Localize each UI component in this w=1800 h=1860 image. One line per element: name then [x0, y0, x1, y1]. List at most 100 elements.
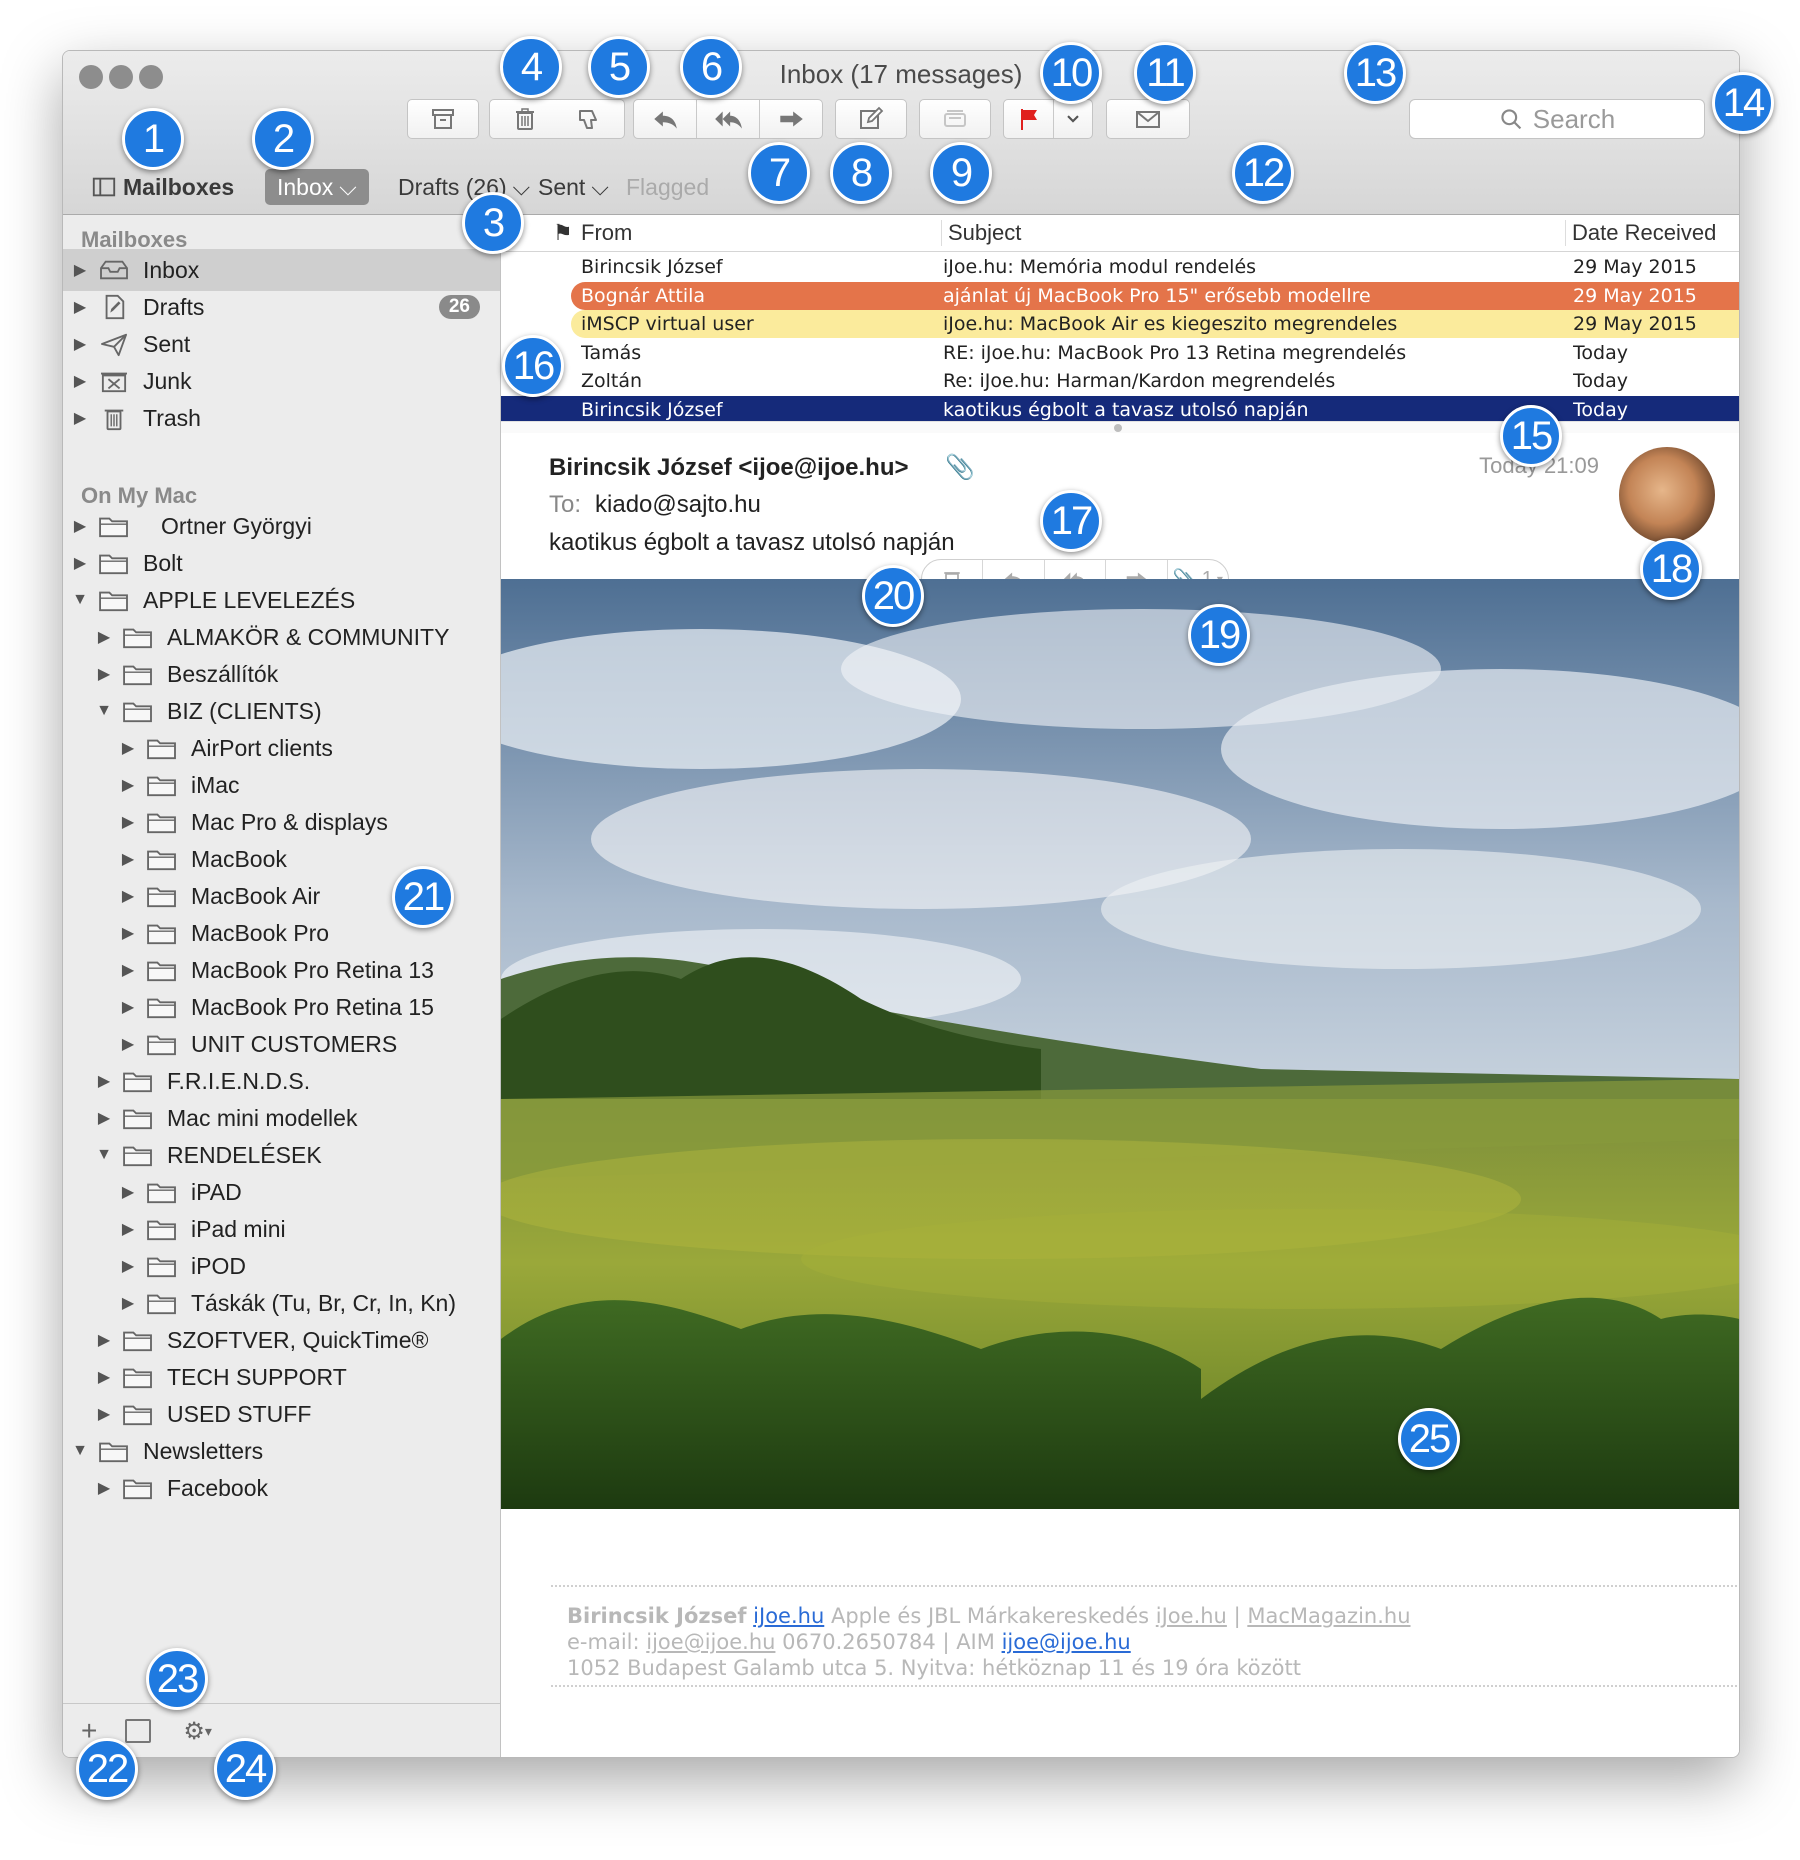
signature-site2[interactable]: iJoe.hu — [1156, 1604, 1227, 1628]
sidebar-item-inbox[interactable]: ▶ Inbox — [63, 249, 500, 291]
sidebar-folder[interactable]: ▶ ALMAKÖR & COMMUNITY — [63, 616, 500, 658]
sidebar-folder-label: iMac — [191, 771, 240, 798]
sidebar-folder[interactable]: ▶ USED STUFF — [63, 1393, 500, 1435]
sidebar-folder[interactable]: ▶ SZOFTVER, QuickTime® — [63, 1319, 500, 1361]
sidebar-folder[interactable]: ▶ Táskák (Tu, Br, Cr, In, Kn) — [63, 1282, 500, 1324]
sidebar-folder[interactable]: ▼ Newsletters — [63, 1430, 500, 1472]
compose-button[interactable] — [835, 99, 907, 139]
favorite-inbox[interactable]: Inbox ⌵ — [265, 169, 369, 205]
sidebar-folder[interactable]: ▶ F.R.I.E.N.D.S. — [63, 1060, 500, 1102]
mailboxes-toggle-button[interactable]: Mailboxes — [91, 169, 234, 205]
disclosure-open-icon[interactable]: ▼ — [95, 1146, 113, 1164]
sidebar-folder[interactable]: ▶ Ortner Györgyi — [63, 505, 500, 547]
sidebar-folder-label: BIZ (CLIENTS) — [167, 697, 322, 724]
disclosure-triangle-icon[interactable]: ▶ — [71, 408, 89, 428]
disclosure-open-icon[interactable]: ▼ — [95, 702, 113, 720]
forward-button[interactable] — [760, 100, 822, 138]
archive-button[interactable] — [407, 99, 479, 139]
disclosure-triangle-icon[interactable]: ▶ — [119, 1182, 137, 1202]
sidebar-item-trash[interactable]: ▶ Trash — [63, 397, 500, 439]
sidebar-folder[interactable]: ▶ MacBook Pro Retina 13 — [63, 949, 500, 991]
column-from[interactable]: From — [581, 220, 632, 246]
flag-button[interactable] — [1004, 100, 1055, 138]
sidebar-item-junk[interactable]: ▶ Junk — [63, 360, 500, 402]
disclosure-triangle-icon[interactable]: ▶ — [95, 1367, 113, 1387]
sidebar-item-drafts[interactable]: ▶ Drafts 26 — [63, 286, 500, 328]
favorite-flagged[interactable]: Flagged — [626, 169, 709, 205]
disclosure-triangle-icon[interactable]: ▶ — [71, 297, 89, 317]
disclosure-triangle-icon[interactable]: ▶ — [71, 553, 89, 573]
sidebar-folder[interactable]: ▶ AirPort clients — [63, 727, 500, 769]
disclosure-triangle-icon[interactable]: ▶ — [95, 664, 113, 684]
sidebar-folder[interactable]: ▶ Facebook — [63, 1467, 500, 1509]
note-button[interactable] — [919, 99, 991, 139]
message-row[interactable]: iMSCP virtual user iJoe.hu: MacBook Air e… — [501, 310, 1739, 338]
sidebar-folder[interactable]: ▶ iPad mini — [63, 1208, 500, 1250]
signature-email[interactable]: ijoe@ijoe.hu — [646, 1630, 775, 1654]
sidebar-folder[interactable]: ▼ APPLE LEVELEZÉS — [63, 579, 500, 621]
favorite-sent[interactable]: Sent ⌵ — [538, 169, 609, 205]
disclosure-triangle-icon[interactable]: ▶ — [119, 923, 137, 943]
disclosure-triangle-icon[interactable]: ▶ — [71, 260, 89, 280]
sidebar-folder[interactable]: ▶ MacBook Pro Retina 15 — [63, 986, 500, 1028]
disclosure-triangle-icon[interactable]: ▶ — [95, 1330, 113, 1350]
signature-aim-link[interactable]: ijoe@ijoe.hu — [1002, 1630, 1131, 1654]
disclosure-triangle-icon[interactable]: ▶ — [95, 627, 113, 647]
disclosure-triangle-icon[interactable]: ▶ — [119, 886, 137, 906]
disclosure-triangle-icon[interactable]: ▶ — [95, 1071, 113, 1091]
message-row[interactable]: Birincsik József iJoe.hu: Memória modul r… — [501, 253, 1739, 281]
disclosure-triangle-icon[interactable]: ▶ — [95, 1478, 113, 1498]
disclosure-open-icon[interactable]: ▼ — [71, 591, 89, 609]
sidebar-item-sent[interactable]: ▶ Sent — [63, 323, 500, 365]
sidebar-folder[interactable]: ▼ BIZ (CLIENTS) — [63, 690, 500, 732]
reply-button[interactable] — [634, 100, 697, 138]
disclosure-open-icon[interactable]: ▼ — [71, 1442, 89, 1460]
disclosure-triangle-icon[interactable]: ▶ — [71, 371, 89, 391]
disclosure-triangle-icon[interactable]: ▶ — [71, 516, 89, 536]
get-mail-button[interactable] — [1106, 99, 1190, 139]
signature-site-link[interactable]: iJoe.hu — [753, 1604, 824, 1628]
sidebar-folder[interactable]: ▶ iMac — [63, 764, 500, 806]
sidebar-folder[interactable]: ▶ Mac mini modellek — [63, 1097, 500, 1139]
disclosure-triangle-icon[interactable]: ▶ — [119, 738, 137, 758]
signature-site3[interactable]: MacMagazin.hu — [1247, 1604, 1410, 1628]
signature-divider-top — [551, 1585, 1739, 1587]
sidebar-folder[interactable]: ▶ Beszállítók — [63, 653, 500, 695]
disclosure-triangle-icon[interactable]: ▶ — [119, 1293, 137, 1313]
disclosure-triangle-icon[interactable]: ▶ — [119, 960, 137, 980]
sidebar-folder[interactable]: ▶ iPAD — [63, 1171, 500, 1213]
disclosure-triangle-icon[interactable]: ▶ — [119, 849, 137, 869]
flag-menu-button[interactable] — [1054, 100, 1092, 138]
column-date[interactable]: Date Received — [1565, 220, 1739, 246]
search-field[interactable]: Search — [1409, 99, 1705, 139]
message-row[interactable]: Tamás RE: iJoe.hu: MacBook Pro 13 Retina … — [501, 339, 1739, 367]
disclosure-triangle-icon[interactable]: ▶ — [119, 1034, 137, 1054]
reply-all-button[interactable] — [697, 100, 760, 138]
message-row[interactable]: Zoltán Re: iJoe.hu: Harman/Kardon megrend… — [501, 367, 1739, 395]
delete-button[interactable] — [489, 99, 561, 139]
folder-icon — [121, 1104, 155, 1132]
disclosure-triangle-icon[interactable]: ▶ — [119, 1256, 137, 1276]
message-row[interactable]: Bognár Attila ajánlat új MacBook Pro 15" … — [501, 281, 1739, 310]
junk-button[interactable] — [553, 99, 625, 139]
column-subject[interactable]: Subject — [941, 220, 1021, 246]
disclosure-triangle-icon[interactable]: ▶ — [119, 812, 137, 832]
sidebar-folder[interactable]: ▶ Mac Pro & displays — [63, 801, 500, 843]
sidebar-folder[interactable]: ▶ UNIT CUSTOMERS — [63, 1023, 500, 1065]
show-activity-button[interactable] — [125, 1719, 152, 1743]
disclosure-triangle-icon[interactable]: ▶ — [71, 334, 89, 354]
disclosure-triangle-icon[interactable]: ▶ — [95, 1404, 113, 1424]
disclosure-triangle-icon[interactable]: ▶ — [119, 775, 137, 795]
flag-column-icon[interactable]: ⚑ — [553, 220, 573, 246]
sidebar-folder[interactable]: ▶ Bolt — [63, 542, 500, 584]
sidebar-folder-label: MacBook Air — [191, 882, 321, 909]
disclosure-triangle-icon[interactable]: ▶ — [119, 997, 137, 1017]
sidebar-folder[interactable]: ▶ TECH SUPPORT — [63, 1356, 500, 1398]
sidebar-folder[interactable]: ▶ iPOD — [63, 1245, 500, 1287]
sidebar-folder-label: iPAD — [191, 1178, 242, 1205]
gear-icon[interactable]: ⚙ — [183, 1717, 205, 1746]
sidebar-folder[interactable]: ▼ RENDELÉSEK — [63, 1134, 500, 1176]
to-address[interactable]: kiado@sajto.hu — [595, 491, 761, 518]
disclosure-triangle-icon[interactable]: ▶ — [119, 1219, 137, 1239]
disclosure-triangle-icon[interactable]: ▶ — [95, 1108, 113, 1128]
